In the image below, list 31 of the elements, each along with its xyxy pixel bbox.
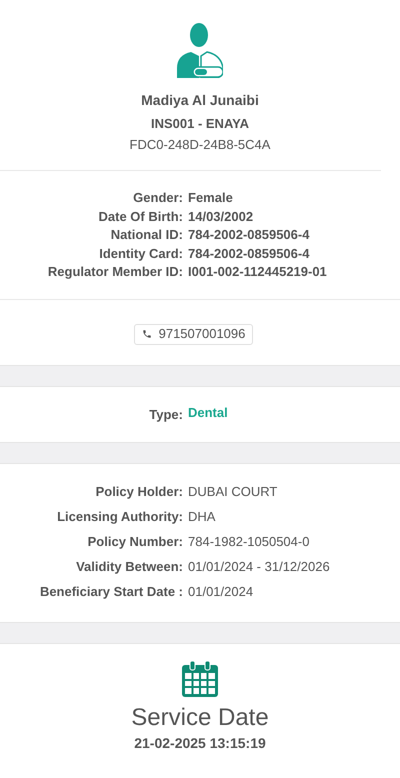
insurer-code: INS001 - ENAYA (150, 115, 250, 133)
field-label: Policy Holder: (94, 483, 183, 502)
field-label: National ID: (110, 226, 183, 244)
type-label: Type: (148, 406, 183, 424)
field-value: 14/03/2002 (188, 208, 254, 226)
field-value: DHA (188, 508, 216, 526)
phone-badge: 971507001096 (134, 324, 254, 344)
field-value: 01/01/2024 (188, 583, 254, 602)
field-label: Beneficiary Start Date : (38, 583, 183, 602)
type-value: Dental (188, 404, 229, 422)
field-value: DUBAI COURT (188, 483, 278, 502)
service-datetime: 21-02-2025 13:15:19 (134, 734, 266, 752)
phone-icon (142, 329, 152, 339)
field-value: 784-2002-0859506-4 (188, 244, 310, 262)
field-label: Gender: (132, 189, 183, 207)
calendar-icon (181, 660, 219, 698)
patient-avatar-icon (177, 22, 223, 78)
field-label: Validity Between: (75, 558, 183, 576)
field-value: I001-002-112445219-01 (188, 263, 328, 281)
patient-code: FDC0-248D-24B8-5C4A (130, 136, 270, 154)
field-label: Identity Card: (98, 244, 183, 263)
field-label: Date Of Birth: (98, 208, 183, 226)
service-date-title: Service Date (131, 702, 269, 732)
field-value: Female (188, 189, 234, 207)
field-label: Policy Number: (86, 533, 183, 552)
field-label: Regulator Member ID: (46, 263, 183, 281)
field-value: 784-2002-0859506-4 (188, 226, 310, 244)
field-value: 784-1982-1050504-0 (188, 533, 310, 552)
patient-name: Madiya Al Junaibi (141, 91, 259, 110)
field-value: 01/01/2024 - 31/12/2026 (188, 558, 331, 576)
field-label: Licensing Authority: (56, 508, 183, 526)
